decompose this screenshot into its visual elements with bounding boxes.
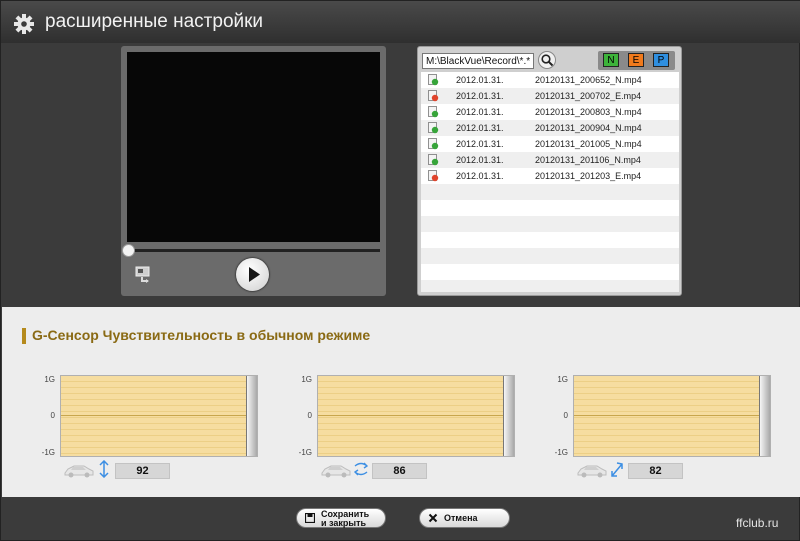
scale-label: 1G (557, 375, 568, 384)
filter-normal-button[interactable]: N (603, 53, 619, 67)
window-title: расширенные настройки чув (45, 11, 265, 32)
seek-bar[interactable] (127, 249, 380, 252)
vertical-arrow-icon (99, 460, 109, 478)
section-marker (22, 328, 26, 344)
save-and-close-button[interactable]: Сохранить и закрыть (296, 508, 386, 528)
normal-file-icon (428, 74, 439, 86)
play-button[interactable] (236, 258, 269, 291)
scale-label: 0 (307, 411, 312, 420)
event-file-icon (428, 90, 439, 102)
sensitivity-chart (573, 375, 771, 457)
close-icon (428, 513, 438, 523)
file-date: 2012.01.31. (456, 139, 504, 149)
settings-window: расширенные настройки чув M:\BlackVue\Re… (0, 0, 800, 541)
file-date: 2012.01.31. (456, 171, 504, 181)
title-bar: расширенные настройки чув (1, 1, 800, 43)
file-type-filters: N E P (598, 51, 675, 70)
file-date: 2012.01.31. (456, 155, 504, 165)
lateral-arrow-icon (354, 462, 368, 476)
empty-row (421, 184, 679, 200)
sensitivity-value[interactable]: 86 (372, 463, 427, 479)
file-row[interactable]: 2012.01.31. 20120131_200652_N.mp4 (421, 72, 679, 88)
filter-parking-button[interactable]: P (653, 53, 669, 67)
gear-icon (14, 14, 34, 34)
snapshot-icon[interactable] (133, 262, 155, 284)
gsensor-axis-panel: 1G 0 -1G 86 (290, 369, 515, 484)
normal-file-icon (428, 138, 439, 150)
path-input[interactable]: M:\BlackVue\Record\*.* (422, 53, 534, 69)
scale-label: 0 (563, 411, 568, 420)
seek-handle[interactable] (122, 244, 135, 257)
filter-label: N (607, 55, 615, 66)
filter-event-button[interactable]: E (628, 53, 644, 67)
file-row[interactable]: 2012.01.31. 20120131_201005_N.mp4 (421, 136, 679, 152)
cancel-button-label: Отмена (444, 513, 478, 523)
file-name: 20120131_201203_E.mp4 (535, 171, 642, 181)
save-button-label: Сохранить и закрыть (321, 509, 369, 528)
video-player (121, 46, 386, 296)
empty-row (421, 280, 679, 292)
normal-file-icon (428, 154, 439, 166)
file-row[interactable]: 2012.01.31. 20120131_201203_E.mp4 (421, 168, 679, 184)
scale-label: -1G (298, 448, 312, 457)
gsensor-axis-panel: 1G 0 -1G 92 (33, 369, 258, 484)
file-row[interactable]: 2012.01.31. 20120131_201106_N.mp4 (421, 152, 679, 168)
scale-label: 1G (301, 375, 312, 384)
car-icon (577, 465, 607, 478)
file-name: 20120131_200702_E.mp4 (535, 91, 642, 101)
section-title: G-Сенсор Чувствительность в обычном режи… (32, 327, 371, 343)
search-button[interactable] (538, 51, 556, 69)
gsensor-axis-panel: 1G 0 -1G 82 (546, 369, 771, 484)
cancel-button[interactable]: Отмена (419, 508, 510, 528)
diagonal-arrow-icon (611, 462, 623, 477)
file-row[interactable]: 2012.01.31. 20120131_200904_N.mp4 (421, 120, 679, 136)
zero-line (61, 415, 257, 416)
scale-label: -1G (41, 448, 55, 457)
file-name: 20120131_200904_N.mp4 (535, 123, 642, 133)
sensitivity-value[interactable]: 82 (628, 463, 683, 479)
sensitivity-value[interactable]: 92 (115, 463, 170, 479)
sensitivity-chart (317, 375, 515, 457)
file-date: 2012.01.31. (456, 123, 504, 133)
file-browser: M:\BlackVue\Record\*.* N E P 2012.01.31.… (417, 46, 682, 296)
normal-file-icon (428, 122, 439, 134)
sensitivity-slider[interactable] (503, 376, 514, 456)
empty-row (421, 200, 679, 216)
sensitivity-slider[interactable] (246, 376, 257, 456)
sensitivity-chart (60, 375, 258, 457)
sensitivity-slider[interactable] (759, 376, 770, 456)
file-name: 20120131_200803_N.mp4 (535, 107, 642, 117)
empty-row (421, 264, 679, 280)
file-date: 2012.01.31. (456, 75, 504, 85)
empty-row (421, 216, 679, 232)
car-icon (321, 465, 351, 478)
gsensor-section: G-Сенсор Чувствительность в обычном режи… (2, 307, 800, 497)
scale-label: 0 (50, 411, 55, 420)
empty-row (421, 248, 679, 264)
video-screen (127, 52, 380, 242)
file-row[interactable]: 2012.01.31. 20120131_200803_N.mp4 (421, 104, 679, 120)
file-name: 20120131_201106_N.mp4 (535, 155, 641, 165)
file-date: 2012.01.31. (456, 107, 504, 117)
file-list: 2012.01.31. 20120131_200652_N.mp4 2012.01.… (421, 72, 679, 292)
save-icon (305, 513, 315, 523)
file-name: 20120131_201005_N.mp4 (535, 139, 642, 149)
play-icon (249, 267, 260, 282)
save-label-line2: и закрыть (321, 518, 367, 528)
event-file-icon (428, 170, 439, 182)
empty-row (421, 232, 679, 248)
car-icon (64, 465, 94, 478)
filter-label: E (632, 55, 640, 66)
scale-label: -1G (554, 448, 568, 457)
zero-line (574, 415, 770, 416)
file-row[interactable]: 2012.01.31. 20120131_200702_E.mp4 (421, 88, 679, 104)
zero-line (318, 415, 514, 416)
watermark: ffclub.ru (736, 516, 779, 530)
scale-label: 1G (44, 375, 55, 384)
normal-file-icon (428, 106, 439, 118)
file-name: 20120131_200652_N.mp4 (535, 75, 642, 85)
file-date: 2012.01.31. (456, 91, 504, 101)
search-icon (541, 54, 554, 67)
filter-label: P (657, 55, 665, 66)
